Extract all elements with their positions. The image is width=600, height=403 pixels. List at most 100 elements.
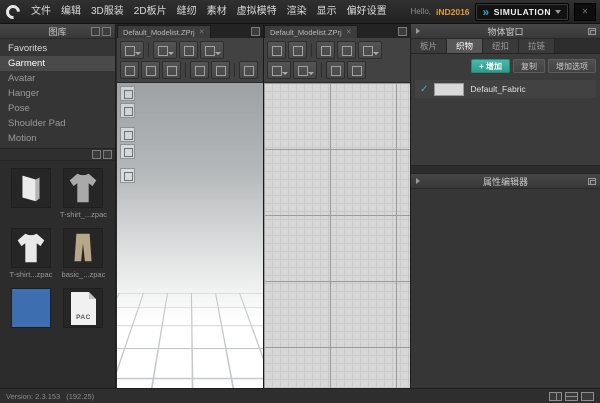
toolbar-button[interactable] xyxy=(337,41,356,59)
toolbar-button[interactable] xyxy=(326,61,345,79)
list-item[interactable]: T-shirt...zpac xyxy=(8,228,54,279)
list-item[interactable]: T-shirt_...zpac xyxy=(60,168,107,219)
layout-split-icon[interactable] xyxy=(549,392,562,401)
list-item[interactable] xyxy=(8,168,54,219)
check-icon: ✓ xyxy=(420,84,428,95)
layout-single-icon[interactable] xyxy=(581,392,594,401)
menu-render[interactable]: 渲染 xyxy=(282,0,312,24)
menu-display[interactable]: 显示 xyxy=(312,0,342,24)
add-options-button[interactable]: 增加选项 xyxy=(548,59,596,73)
copy-fabric-button[interactable]: 复制 xyxy=(513,59,545,73)
viewport-toggle-button[interactable] xyxy=(120,103,135,118)
toolbar-button[interactable] xyxy=(267,41,286,59)
fabric-name: Default_Fabric xyxy=(470,84,525,94)
toolbar-button[interactable] xyxy=(288,41,307,59)
toolbar-button[interactable] xyxy=(179,41,198,59)
tab-zipper[interactable]: 拉链 xyxy=(519,39,555,53)
toolbar-button[interactable] xyxy=(347,61,366,79)
library-panel: 图库 Favorites Garment Avatar Hanger Pose … xyxy=(0,24,116,388)
sidebar-item-garment[interactable]: Garment xyxy=(0,56,115,71)
tab-fabric[interactable]: 织物 xyxy=(447,39,483,53)
thumbnail-label: T-shirt_...zpac xyxy=(60,210,107,219)
toolbar-button[interactable] xyxy=(200,41,224,59)
viewport-3d-canvas[interactable] xyxy=(117,83,263,388)
list-item[interactable] xyxy=(8,288,54,339)
popout-icon[interactable] xyxy=(251,27,260,36)
close-icon[interactable]: ✕ xyxy=(346,28,352,36)
viewport-toggle-button[interactable] xyxy=(120,168,135,183)
library-search-icon[interactable] xyxy=(102,27,111,36)
viewport-area: Default_Modelist.ZPrj ✕ xyxy=(117,24,410,388)
tab-project-2d[interactable]: Default_Modelist.ZPrj ✕ xyxy=(264,25,358,38)
toolbar-button[interactable] xyxy=(293,61,317,79)
collapse-arrow-icon xyxy=(416,178,420,184)
layout-stack-icon[interactable] xyxy=(565,392,578,401)
viewport-toggle-button[interactable] xyxy=(120,127,135,142)
list-view-icon[interactable] xyxy=(103,150,112,159)
toolbar-button[interactable] xyxy=(120,41,144,59)
menu-file[interactable]: 文件 xyxy=(26,0,56,24)
sidebar-item-hanger[interactable]: Hanger xyxy=(0,86,115,101)
table-row[interactable]: ✓ Default_Fabric xyxy=(415,80,596,98)
library-edit-icon[interactable] xyxy=(91,27,100,36)
toolbar-button[interactable] xyxy=(153,41,177,59)
window-close-button[interactable]: ✕ xyxy=(574,3,596,21)
thumbnail-label: T-shirt...zpac xyxy=(9,270,52,279)
tab-label: Default_Modelist.ZPrj xyxy=(270,28,342,37)
viewport-2d-tabbar: Default_Modelist.ZPrj ✕ xyxy=(264,24,410,38)
sidebar-item-motion[interactable]: Motion xyxy=(0,131,115,146)
popout-icon[interactable] xyxy=(588,28,596,35)
collapse-arrow-icon xyxy=(416,28,420,34)
list-item[interactable]: PAC xyxy=(60,288,107,339)
sidebar-item-favorites[interactable]: Favorites xyxy=(0,41,115,56)
pac-file-icon: PAC xyxy=(63,288,103,328)
tab-project-3d[interactable]: Default_Modelist.ZPrj ✕ xyxy=(117,25,211,38)
menu-sewing[interactable]: 缝纫 xyxy=(172,0,202,24)
toolbar-button[interactable] xyxy=(141,61,160,79)
layout-toggle-group xyxy=(549,392,594,401)
object-window-header[interactable]: 物体窗口 xyxy=(411,24,600,39)
popout-icon[interactable] xyxy=(398,27,407,36)
simulation-chevrons-icon: » xyxy=(483,7,490,17)
library-title: 图库 xyxy=(48,25,66,38)
menu-preferences[interactable]: 偏好设置 xyxy=(342,0,392,24)
sidebar-item-shoulder-pad[interactable]: Shoulder Pad xyxy=(0,116,115,131)
viewport-2d-panel: Default_Modelist.ZPrj ✕ xyxy=(264,24,410,388)
toolbar-button[interactable] xyxy=(316,41,335,59)
close-icon[interactable]: ✕ xyxy=(199,28,205,36)
grid-view-icon[interactable] xyxy=(92,150,101,159)
viewport-2d-canvas[interactable] xyxy=(264,83,410,388)
toolbar-button[interactable] xyxy=(239,61,258,79)
viewport-toggle-button[interactable] xyxy=(120,144,135,159)
menu-edit[interactable]: 编辑 xyxy=(56,0,86,24)
tab-button[interactable]: 纽扣 xyxy=(483,39,519,53)
sidebar-item-avatar[interactable]: Avatar xyxy=(0,71,115,86)
simulation-button[interactable]: » SIMULATION xyxy=(475,3,569,21)
library-thumbnail-grid: T-shirt_...zpac T-shirt...zpac basic_...… xyxy=(0,161,115,388)
menu-3d-garment[interactable]: 3D服装 xyxy=(86,0,129,24)
popout-icon[interactable] xyxy=(588,178,596,185)
toolbar-button[interactable] xyxy=(190,61,209,79)
toolbar-button[interactable] xyxy=(358,41,382,59)
property-editor-title: 属性编辑器 xyxy=(483,175,528,188)
add-fabric-button[interactable]: + 增加 xyxy=(471,59,510,73)
sidebar-item-pose[interactable]: Pose xyxy=(0,101,115,116)
toolbar-button[interactable] xyxy=(162,61,181,79)
build-label: (192.25) xyxy=(66,392,94,401)
viewport-toggle-button[interactable] xyxy=(120,86,135,101)
toolbar-button[interactable] xyxy=(120,61,139,79)
menu-avatar[interactable]: 虚拟模特 xyxy=(232,0,282,24)
property-editor-header[interactable]: 属性编辑器 xyxy=(411,174,600,189)
menu-material[interactable]: 素材 xyxy=(202,0,232,24)
close-icon: ✕ xyxy=(582,7,589,16)
tshirt-thumbnail-icon xyxy=(63,168,103,208)
list-item[interactable]: basic_...zpac xyxy=(60,228,107,279)
viewport-3d-panel: Default_Modelist.ZPrj ✕ xyxy=(117,24,263,388)
toolbar-button[interactable] xyxy=(267,61,291,79)
library-header: 图库 xyxy=(0,24,115,39)
pac-file-badge: PAC xyxy=(76,314,91,321)
app-logo-icon xyxy=(3,2,23,22)
toolbar-button[interactable] xyxy=(211,61,230,79)
menu-2d-pattern[interactable]: 2D板片 xyxy=(129,0,172,24)
tab-pattern[interactable]: 板片 xyxy=(411,39,447,53)
